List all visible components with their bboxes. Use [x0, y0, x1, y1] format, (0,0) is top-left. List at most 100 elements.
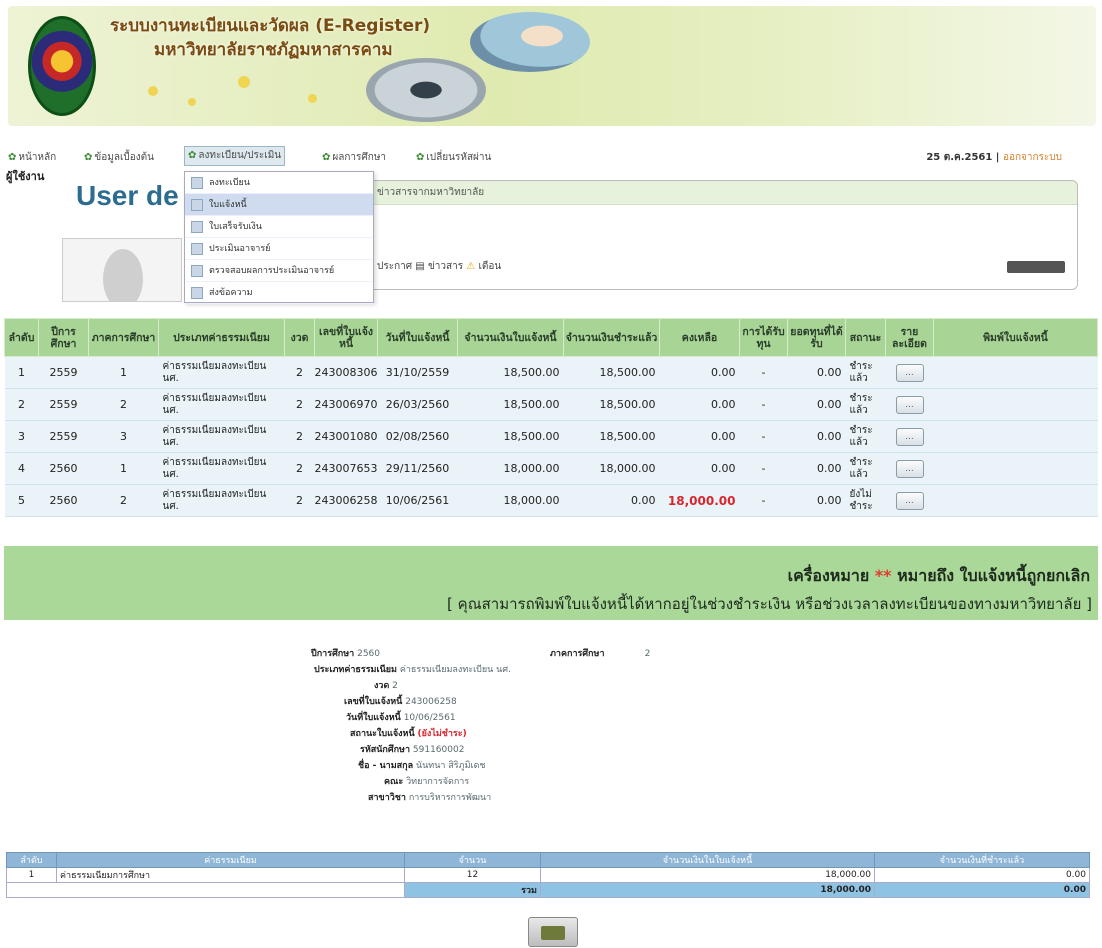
detail-button[interactable]: ...	[895, 427, 924, 446]
menu-home[interactable]: ✿ หน้าหลัก	[8, 150, 56, 165]
cell-paid: 18,000.00	[563, 452, 660, 485]
dropdown-label: ใบแจ้งหนี้	[209, 200, 247, 210]
table-row: 1 2559 1 ค่าธรรมเนียมลงทะเบียน นศ. 2 243…	[4, 356, 1098, 389]
cell-print	[933, 420, 1098, 453]
cell-date: 31/10/2559	[377, 356, 458, 389]
col-header: ลำดับ	[6, 852, 57, 868]
detail-year: ปีการศึกษา 2560	[220, 646, 380, 660]
col-header: รายละเอียด	[885, 318, 934, 357]
cell-invoice: 243006258	[314, 484, 378, 517]
cell-invoice: 243007653	[314, 452, 378, 485]
col-header: จำนวนเงินในใบแจ้งหนี้	[540, 852, 875, 868]
cell-year: 2559	[38, 356, 89, 389]
cell-no: 1	[4, 356, 39, 389]
cell-amount: 18,500.00	[457, 420, 564, 453]
menu-register[interactable]: ✿ ลงทะเบียน/ประเมิน	[184, 146, 286, 166]
detail-label: ปีการศึกษา	[311, 649, 355, 659]
cell-paid: 18,500.00	[563, 356, 660, 389]
cell-year: 2559	[38, 388, 89, 421]
sub-header-row: ลำดับ ค่าธรรมเนียม จำนวน จำนวนเงินในใบแจ…	[6, 852, 1090, 868]
menu-results[interactable]: ✿ ผลการศึกษา	[322, 150, 386, 165]
cell-empty	[6, 882, 405, 898]
table-row: 5 2560 2 ค่าธรรมเนียมลงทะเบียน นศ. 2 243…	[4, 484, 1098, 517]
cell-type: ค่าธรรมเนียมลงทะเบียน นศ.	[158, 388, 285, 421]
cell-period: 2	[284, 388, 315, 421]
dropdown-item-evaluate-result[interactable]: ตรวจสอบผลการประเมินอาจารย์	[185, 260, 373, 282]
cell-scholar: -	[739, 356, 788, 389]
cell-date: 26/03/2560	[377, 388, 458, 421]
table-row: 3 2559 3 ค่าธรรมเนียมลงทะเบียน นศ. 2 243…	[4, 420, 1098, 453]
date-text: 25 ต.ค.2561	[926, 152, 993, 163]
detail-type: ประเภทค่าธรรมเนียม ค่าธรรมเนียมลงทะเบียน…	[314, 662, 511, 676]
menu-label: ข้อมูลเบื้องต้น	[94, 152, 154, 163]
print-button[interactable]	[528, 917, 578, 947]
cell-year: 2560	[38, 452, 89, 485]
print-hint: [ คุณสามารถพิมพ์ใบแจ้งหนี้ได้หากอยู่ในช่…	[447, 595, 1092, 613]
banner-photo	[366, 58, 486, 122]
menu-change-password[interactable]: ✿ เปลี่ยนรหัสผ่าน	[416, 150, 491, 165]
dropdown-item-message[interactable]: ส่งข้อความ	[185, 282, 373, 304]
cell-date: 10/06/2561	[377, 484, 458, 517]
cell-print	[933, 356, 1098, 389]
cell-year: 2560	[38, 484, 89, 517]
cell-term: 3	[88, 420, 159, 453]
dropdown-item-invoice[interactable]: ใบแจ้งหนี้	[185, 194, 373, 216]
cell-balance: 0.00	[659, 356, 740, 389]
cell-balance: 0.00	[659, 388, 740, 421]
news-icon: ▤	[415, 261, 425, 272]
cell-period: 2	[284, 452, 315, 485]
dropdown-item-register[interactable]: ลงทะเบียน	[185, 172, 373, 194]
cell-type: ค่าธรรมเนียมลงทะเบียน นศ.	[158, 420, 285, 453]
banner-photo	[470, 12, 590, 72]
top-menu: ✿ หน้าหลัก ✿ ข้อมูลเบื้องต้น ✿ ลงทะเบียน/ปร…	[0, 146, 1102, 168]
total-amount: 18,000.00	[540, 882, 875, 898]
detail-button[interactable]: ...	[895, 459, 924, 478]
announce-label: ประกาศ	[377, 261, 413, 272]
cell-status: ชำระแล้ว	[845, 356, 886, 389]
read-all-button[interactable]	[1007, 261, 1065, 273]
table-header-row: ลำดับ ปีการศึกษา ภาคการศึกษา ประเภทค่าธร…	[4, 318, 1098, 357]
total-row: รวม 18,000.00 0.00	[6, 882, 1090, 898]
logout-link[interactable]: ออกจากระบบ	[1003, 152, 1062, 163]
detail-button[interactable]: ...	[895, 363, 924, 382]
page-icon	[191, 177, 203, 189]
col-header: เลขที่ใบแจ้งหนี้	[314, 318, 378, 357]
cell-invoice: 243008306	[314, 356, 378, 389]
cell-period: 2	[284, 484, 315, 517]
detail-value: 2	[644, 649, 651, 659]
menu-label: หน้าหลัก	[18, 152, 57, 163]
menu-basic-info[interactable]: ✿ ข้อมูลเบื้องต้น	[84, 150, 154, 165]
cell-paid: 18,500.00	[563, 388, 660, 421]
detail-label: เลขที่ใบแจ้งหนี้	[344, 697, 403, 707]
news-legend: ประกาศ ▤ ข่าวสาร ⚠ เตือน	[377, 259, 501, 274]
news-label: ข่าวสาร	[427, 261, 464, 272]
dropdown-item-receipt[interactable]: ใบเสร็จรับเงิน	[185, 216, 373, 238]
cell-scholar: -	[739, 452, 788, 485]
cell-paid: 0.00	[563, 484, 660, 517]
dropdown-item-evaluate[interactable]: ประเมินอาจารย์	[185, 238, 373, 260]
detail-button[interactable]: ...	[895, 395, 924, 414]
leaf-icon: ✿	[322, 152, 331, 163]
col-header: วันที่ใบแจ้งหนี้	[377, 318, 458, 357]
cell-period: 2	[284, 420, 315, 453]
detail-button[interactable]: ...	[895, 491, 924, 510]
total-label: รวม	[404, 882, 541, 898]
detail-value: การบริหารการพัฒนา	[408, 793, 492, 803]
cell-amount: 18,000.00	[540, 867, 875, 883]
dropdown-label: ส่งข้อความ	[209, 288, 253, 298]
col-header: คงเหลือ	[659, 318, 740, 357]
cell-scholar-amt: 0.00	[787, 484, 846, 517]
user-detail-heading: User de	[76, 180, 179, 211]
cell-amount: 18,000.00	[457, 484, 564, 517]
news-panel: ข่าวสารจากมหาวิทยาลัย ประกาศ ▤ ข่าวสาร ⚠…	[366, 180, 1078, 290]
cell-status: ชำระแล้ว	[845, 452, 886, 485]
university-name: มหาวิทยาลัยราชภัฏมหาสารคาม	[154, 40, 393, 60]
detail-name: ชื่อ - นามสกุล นันทนา สิริภูมิเดช	[358, 758, 486, 772]
cell-no: 4	[4, 452, 39, 485]
menu-label: ลงทะเบียน/ประเมิน	[198, 150, 282, 161]
cell-balance: 0.00	[659, 420, 740, 453]
flower-decoration-icon	[188, 98, 196, 106]
flower-decoration-icon	[308, 94, 317, 103]
detail-invoice: เลขที่ใบแจ้งหนี้ 243006258	[344, 694, 457, 708]
cell-type: ค่าธรรมเนียมลงทะเบียน นศ.	[158, 452, 285, 485]
